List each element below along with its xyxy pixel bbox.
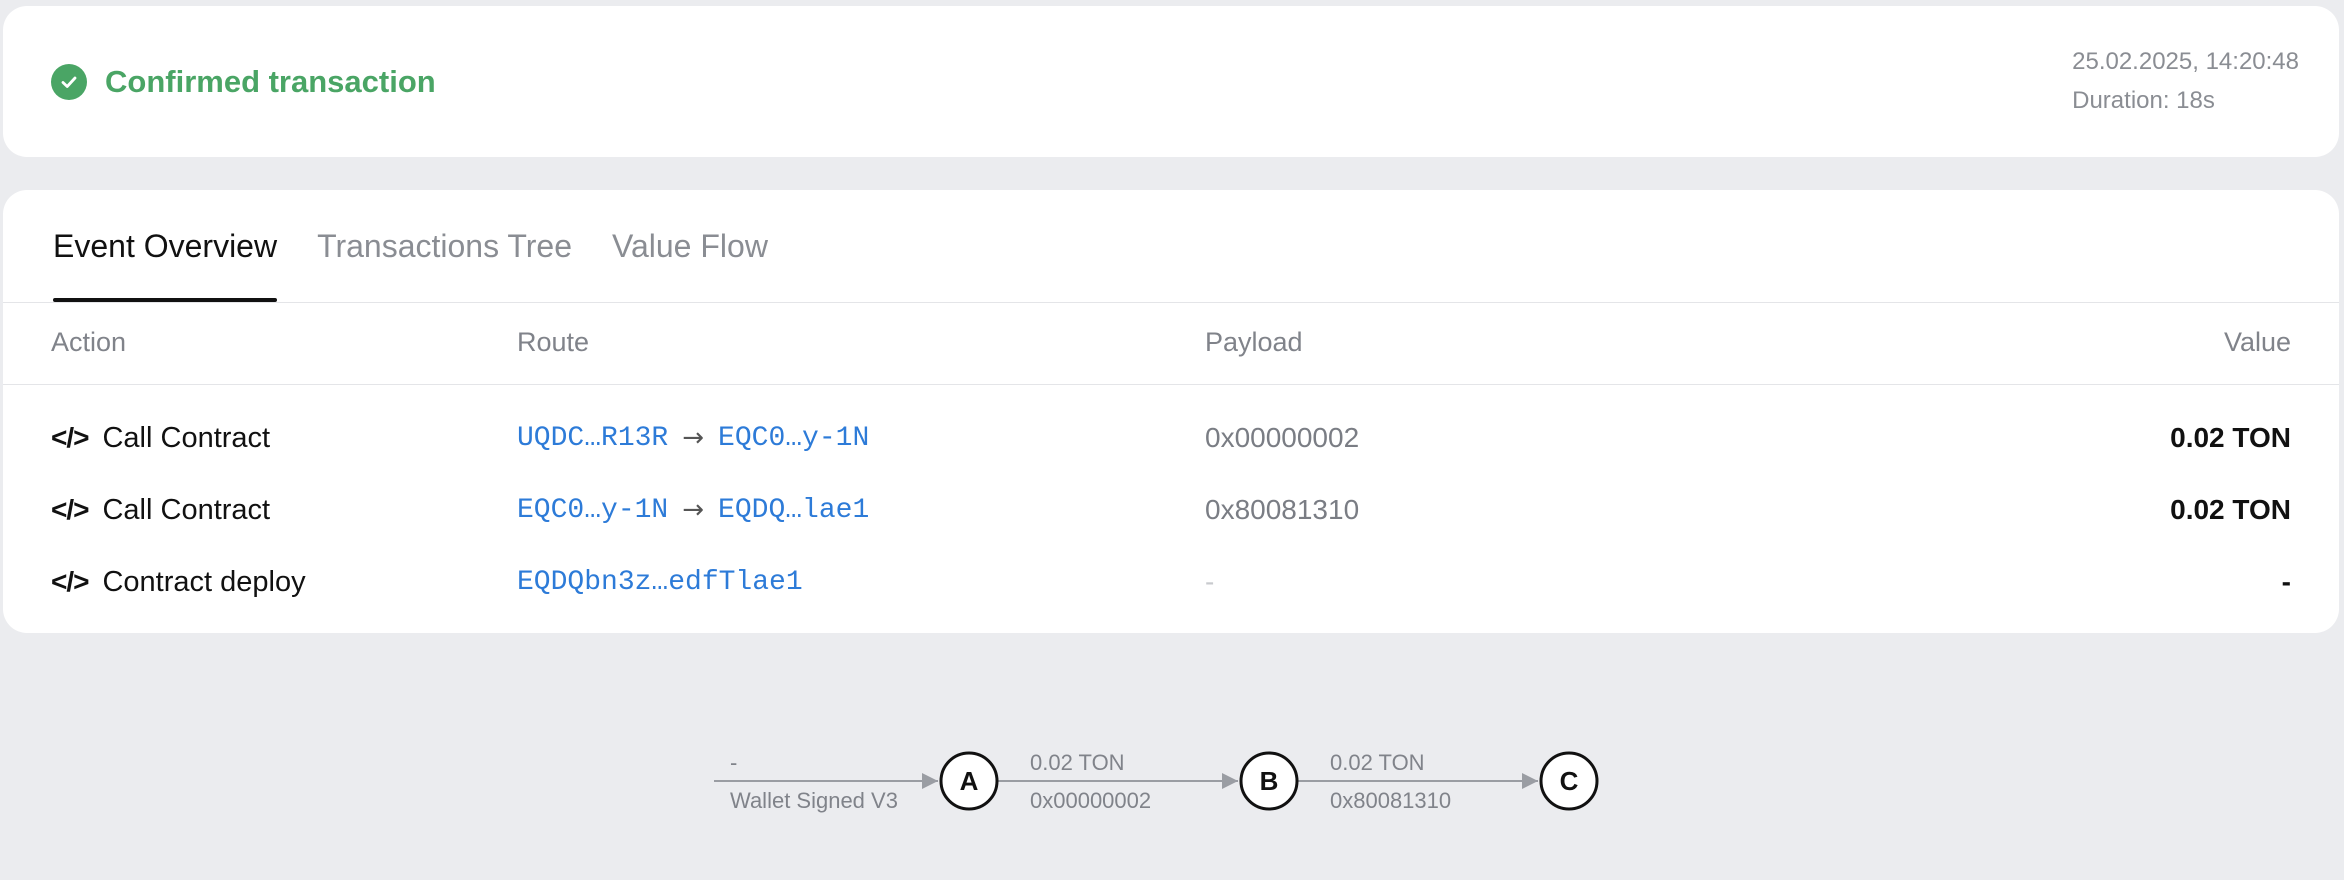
edge-top-label: 0.02 TON	[1330, 750, 1425, 775]
node-label: C	[1560, 766, 1579, 796]
status-meta: 25.02.2025, 14:20:48 Duration: 18s	[2072, 42, 2299, 120]
arrow-right-icon: →	[682, 495, 705, 525]
route-cell: EQC0…y-1N → EQDQ…lae1	[517, 482, 869, 538]
route-address-link[interactable]: EQDQbn3z…edfTlae1	[517, 567, 803, 598]
check-circle-icon	[51, 63, 87, 100]
table-row[interactable]: </> Call Contract UQDC…R13R → EQC0…y-1N …	[3, 410, 2339, 466]
code-icon: </>	[51, 494, 89, 525]
code-icon: </>	[51, 566, 89, 597]
event-card: Event Overview Transactions Tree Value F…	[3, 190, 2339, 633]
flow-node-a[interactable]: A	[939, 751, 999, 811]
value-flow-diagram: - Wallet Signed V3 0.02 TON 0x00000002 0…	[714, 750, 1599, 813]
flow-node-c[interactable]: C	[1539, 751, 1599, 811]
status-title: Confirmed transaction	[105, 63, 436, 99]
tab-value-flow[interactable]: Value Flow	[612, 190, 768, 302]
status-header: Confirmed transaction	[51, 6, 436, 157]
route-to-link[interactable]: EQC0…y-1N	[718, 423, 869, 454]
tab-transactions-tree[interactable]: Transactions Tree	[317, 190, 572, 302]
tab-bar: Event Overview Transactions Tree Value F…	[53, 190, 808, 302]
column-header-route: Route	[517, 327, 590, 357]
column-header-payload: Payload	[1205, 327, 1303, 357]
column-header-action: Action	[51, 327, 127, 357]
value-cell: -	[2281, 566, 2291, 597]
status-duration: Duration: 18s	[2072, 87, 2215, 114]
action-cell: </> Call Contract	[51, 410, 270, 466]
route-cell: EQDQbn3z…edfTlae1	[517, 554, 803, 610]
status-datetime: 25.02.2025, 14:20:48	[2072, 48, 2299, 75]
column-header-value: Value	[2223, 327, 2291, 357]
value-cell: 0.02 TON	[2170, 422, 2291, 453]
tab-event-overview[interactable]: Event Overview	[53, 190, 278, 302]
payload-cell: 0x00000002	[1205, 422, 1360, 453]
route-cell: UQDC…R13R → EQC0…y-1N	[517, 410, 869, 466]
action-cell: </> Contract deploy	[51, 554, 306, 610]
action-label: Call Contract	[102, 493, 271, 526]
route-to-link[interactable]: EQDQ…lae1	[718, 495, 869, 526]
node-label: B	[1260, 766, 1279, 796]
action-label: Contract deploy	[102, 565, 306, 598]
edge-bottom-label: 0x80081310	[1330, 788, 1451, 813]
edge-top-label: 0.02 TON	[1030, 750, 1125, 775]
edge-top-label: -	[730, 750, 737, 775]
node-label: A	[960, 766, 979, 796]
arrow-right-icon: →	[682, 423, 705, 453]
flow-node-b[interactable]: B	[1239, 751, 1299, 811]
code-icon: </>	[51, 422, 89, 453]
divider	[3, 302, 2339, 303]
status-card: Confirmed transaction 25.02.2025, 14:20:…	[3, 6, 2339, 157]
divider	[3, 384, 2339, 385]
edge-bottom-label: 0x00000002	[1030, 788, 1151, 813]
table-row[interactable]: </> Call Contract EQC0…y-1N → EQDQ…lae1 …	[3, 482, 2339, 538]
payload-cell: 0x80081310	[1205, 494, 1360, 525]
value-cell: 0.02 TON	[2170, 494, 2291, 525]
edge-bottom-label: Wallet Signed V3	[730, 788, 898, 813]
action-cell: </> Call Contract	[51, 482, 270, 538]
route-from-link[interactable]: UQDC…R13R	[517, 423, 668, 454]
payload-cell: -	[1205, 566, 1215, 597]
table-row[interactable]: </> Contract deploy EQDQbn3z…edfTlae1 - …	[3, 554, 2339, 610]
route-from-link[interactable]: EQC0…y-1N	[517, 495, 668, 526]
action-label: Call Contract	[102, 421, 271, 454]
